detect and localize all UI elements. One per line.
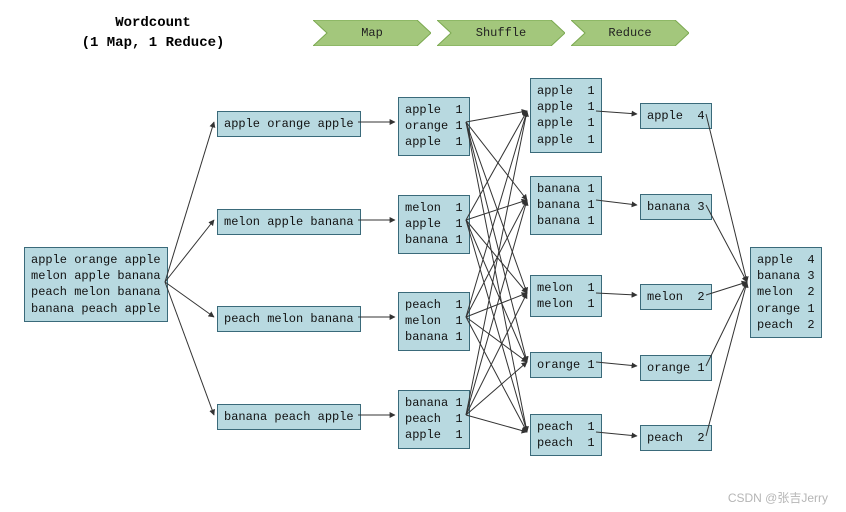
- shuffle-box-0: apple 1 apple 1 apple 1 apple 1: [530, 78, 602, 153]
- reduce-box-0: apple 4: [640, 103, 712, 129]
- reduce-box-2: melon 2: [640, 284, 712, 310]
- title-line1: Wordcount: [115, 15, 191, 31]
- split-box-2: peach melon banana: [217, 306, 361, 332]
- map-box-2: peach 1 melon 1 banana 1: [398, 292, 470, 351]
- split-box-1: melon apple banana: [217, 209, 361, 235]
- stage-label-reduce: Reduce: [608, 26, 651, 40]
- stage-label-map: Map: [361, 26, 383, 40]
- split-box-3: banana peach apple: [217, 404, 361, 430]
- shuffle-box-3: orange 1: [530, 352, 602, 378]
- stage-chevron-map: Map: [313, 20, 431, 46]
- stage-chevron-reduce: Reduce: [571, 20, 689, 46]
- input-box: apple orange apple melon apple banana pe…: [24, 247, 168, 322]
- map-box-0: apple 1 orange 1 apple 1: [398, 97, 470, 156]
- map-box-1: melon 1 apple 1 banana 1: [398, 195, 470, 254]
- watermark: CSDN @张吉Jerry: [728, 489, 828, 506]
- output-box: apple 4 banana 3 melon 2 orange 1 peach …: [750, 247, 822, 338]
- split-box-0: apple orange apple: [217, 111, 361, 137]
- title-line2: (1 Map, 1 Reduce): [82, 35, 225, 51]
- map-box-3: banana 1 peach 1 apple 1: [398, 390, 470, 449]
- stage-chevron-shuffle: Shuffle: [437, 20, 565, 46]
- reduce-box-3: orange 1: [640, 355, 712, 381]
- reduce-box-1: banana 3: [640, 194, 712, 220]
- shuffle-box-1: banana 1 banana 1 banana 1: [530, 176, 602, 235]
- diagram-title: Wordcount (1 Map, 1 Reduce): [68, 14, 238, 53]
- shuffle-box-4: peach 1 peach 1: [530, 414, 602, 456]
- stage-label-shuffle: Shuffle: [476, 26, 526, 40]
- reduce-box-4: peach 2: [640, 425, 712, 451]
- shuffle-box-2: melon 1 melon 1: [530, 275, 602, 317]
